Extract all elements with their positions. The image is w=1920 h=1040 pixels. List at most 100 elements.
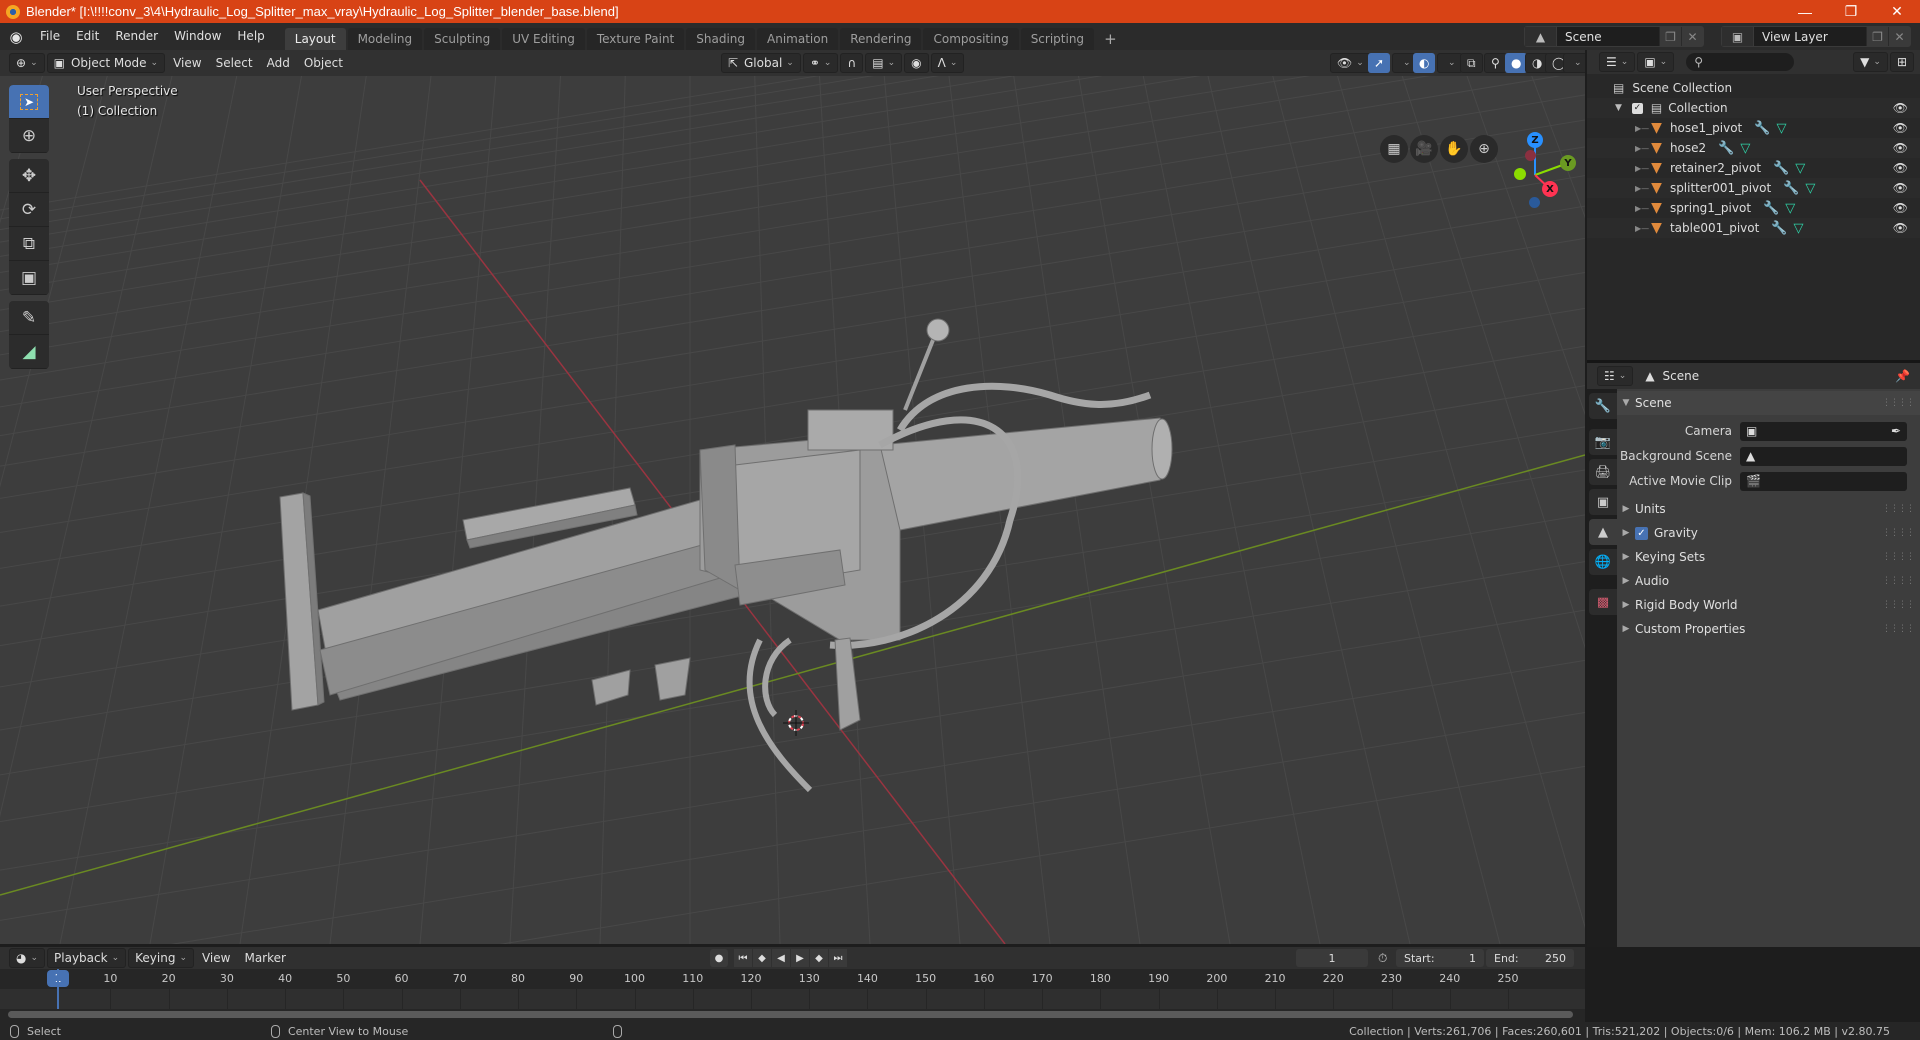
drag-handle-icon[interactable]: ⋮⋮⋮⋮ <box>1882 600 1915 610</box>
gizmo-x-axis[interactable]: X <box>1542 181 1558 197</box>
gizmo-neg-x-axis[interactable] <box>1525 150 1536 161</box>
menu-render[interactable]: Render <box>107 23 166 50</box>
transform-tool[interactable]: ▣ <box>9 261 49 295</box>
eye-icon[interactable]: 👁 <box>1893 221 1908 235</box>
outliner-object-row[interactable]: ▶— ▼ hose2 🔧 ▽ 👁 <box>1587 138 1920 158</box>
play-reverse-button[interactable]: ◀ <box>772 949 790 967</box>
tab-uv-editing[interactable]: UV Editing <box>502 28 585 50</box>
eye-icon[interactable]: 👁 <box>1893 101 1908 115</box>
eyedropper-icon[interactable]: ✒ <box>1891 424 1901 438</box>
playhead[interactable] <box>57 969 59 1009</box>
move-tool[interactable]: ✥ <box>9 159 49 193</box>
menu-help[interactable]: Help <box>229 23 272 50</box>
new-collection-button[interactable]: ⊞ <box>1889 52 1914 72</box>
playback-menu[interactable]: Playback ⌄ <box>47 948 127 968</box>
gizmo-toggle[interactable]: ➚ <box>1368 53 1391 73</box>
modifier-wrench-icon[interactable]: 🔧 <box>1773 161 1789 176</box>
editor-type-button[interactable]: ⊕ ⌄ <box>9 53 45 73</box>
outliner-collection[interactable]: ▼ ✓ ▤ Collection 👁 <box>1587 98 1920 118</box>
scene-selector[interactable]: ▲ Scene ❐ ✕ <box>1524 26 1704 47</box>
panel-gravity-header[interactable]: ▶ ✓ Gravity ⋮⋮⋮⋮ <box>1617 521 1920 545</box>
visibility-dropdown[interactable]: 👁 ⌄ <box>1330 53 1371 73</box>
tab-view-layer[interactable]: ▣ <box>1589 489 1617 515</box>
tab-tool[interactable]: 🔧 <box>1589 393 1617 419</box>
tab-animation[interactable]: Animation <box>757 28 839 50</box>
menu-select[interactable]: Select <box>210 53 259 73</box>
tab-modeling[interactable]: Modeling <box>347 28 423 50</box>
tab-sculpting[interactable]: Sculpting <box>424 28 501 50</box>
pan-view-button[interactable]: ✋ <box>1440 135 1468 163</box>
mesh-data-icon[interactable]: ▽ <box>1805 181 1815 196</box>
mesh-data-icon[interactable]: ▽ <box>1794 221 1804 236</box>
outliner-object-row[interactable]: ▶— ▼ table001_pivot 🔧 ▽ 👁 <box>1587 218 1920 238</box>
drag-handle-icon[interactable]: ⋮⋮⋮⋮ <box>1882 504 1915 514</box>
auto-key-button[interactable]: ● <box>710 949 728 967</box>
menu-edit[interactable]: Edit <box>68 23 107 50</box>
timeline-scrollbar[interactable] <box>8 1011 1573 1018</box>
drag-handle-icon[interactable]: ⋮⋮⋮⋮ <box>1882 576 1915 586</box>
snap-target-dropdown[interactable]: ▤ ⌄ <box>865 53 903 73</box>
tab-shading[interactable]: Shading <box>686 28 755 50</box>
timeline-track[interactable] <box>0 969 1585 1009</box>
play-button[interactable]: ▶ <box>791 949 809 967</box>
mesh-data-icon[interactable]: ▽ <box>1795 161 1805 176</box>
modifier-wrench-icon[interactable]: 🔧 <box>1783 181 1799 196</box>
close-button[interactable]: ✕ <box>1874 0 1920 23</box>
navigation-gizmo[interactable]: Z Y X <box>1490 90 1580 220</box>
next-keyframe-button[interactable]: ◆ <box>810 949 828 967</box>
modifier-wrench-icon[interactable]: 🔧 <box>1754 121 1770 136</box>
viewport-canvas[interactable] <box>0 50 1585 944</box>
measure-tool[interactable]: ◢ <box>9 335 49 369</box>
panel-audio-header[interactable]: ▶ Audio ⋮⋮⋮⋮ <box>1617 569 1920 593</box>
outliner-object-row[interactable]: ▶— ▼ splitter001_pivot 🔧 ▽ 👁 <box>1587 178 1920 198</box>
view-layer-name[interactable]: View Layer <box>1754 30 1866 44</box>
camera-view-button[interactable]: 🎥 <box>1410 135 1438 163</box>
pin-icon[interactable]: 📌 <box>1895 369 1910 383</box>
expand-triangle-icon[interactable]: ▶— <box>1635 184 1649 193</box>
drag-handle-icon[interactable]: ⋮⋮⋮⋮ <box>1882 528 1915 538</box>
cursor-tool[interactable]: ⊕ <box>9 119 49 153</box>
transform-orientation-dropdown[interactable]: ⇱ Global ⌄ <box>720 53 801 73</box>
background-scene-field[interactable]: ▲ <box>1740 446 1907 466</box>
overlays-dropdown[interactable]: ⌄ <box>1437 53 1463 73</box>
expand-triangle-icon[interactable]: ▶— <box>1635 164 1649 173</box>
drag-handle-icon[interactable]: ⋮⋮⋮⋮ <box>1882 624 1915 634</box>
timeline-editor-type[interactable]: ◕ ⌄ <box>9 948 46 968</box>
panel-keying-sets-header[interactable]: ▶ Keying Sets ⋮⋮⋮⋮ <box>1617 545 1920 569</box>
menu-window[interactable]: Window <box>166 23 229 50</box>
marker-menu[interactable]: Marker <box>238 948 291 968</box>
panel-units-header[interactable]: ▶ Units ⋮⋮⋮⋮ <box>1617 497 1920 521</box>
eye-icon[interactable]: 👁 <box>1893 121 1908 135</box>
mode-dropdown[interactable]: ▣ Object Mode ⌄ <box>46 53 166 73</box>
new-view-layer-button[interactable]: ❐ <box>1866 27 1888 46</box>
jump-start-button[interactable]: ⏮ <box>734 949 752 967</box>
expand-triangle-icon[interactable]: ▶— <box>1635 124 1649 133</box>
properties-editor-type[interactable]: ☷ ⌄ <box>1597 366 1634 386</box>
panel-rigid-body-world-header[interactable]: ▶ Rigid Body World ⋮⋮⋮⋮ <box>1617 593 1920 617</box>
display-mode-dropdown[interactable]: ▣ ⌄ <box>1637 52 1675 72</box>
expand-triangle-icon[interactable]: ▶— <box>1635 224 1649 233</box>
timeline-view-menu[interactable]: View <box>196 948 236 968</box>
tab-rendering[interactable]: Rendering <box>840 28 922 50</box>
tab-layout[interactable]: Layout <box>284 28 346 50</box>
gizmo-z-axis[interactable]: Z <box>1527 132 1543 148</box>
3d-cursor[interactable] <box>783 710 809 736</box>
proportional-edit-toggle[interactable]: ◉ <box>904 53 929 73</box>
blender-logo-icon[interactable]: ◉ <box>0 23 32 50</box>
eye-icon[interactable]: 👁 <box>1893 141 1908 155</box>
tab-scripting[interactable]: Scripting <box>1020 28 1095 50</box>
menu-object[interactable]: Object <box>298 53 349 73</box>
falloff-dropdown[interactable]: Λ ⌄ <box>930 53 965 73</box>
timeline-ruler[interactable]: 1 10203040506070809010011012013014015016… <box>0 969 1585 989</box>
expand-triangle-icon[interactable]: ▼ <box>1615 103 1622 113</box>
start-frame-field[interactable]: Start: 1 <box>1396 949 1484 967</box>
tab-texture[interactable]: ▩ <box>1589 589 1617 615</box>
tab-scene[interactable]: ▲ <box>1589 519 1617 545</box>
filter-dropdown[interactable]: ▼ ⌄ <box>1853 52 1888 72</box>
tab-compositing[interactable]: Compositing <box>923 28 1019 50</box>
maximize-button[interactable]: ❐ <box>1828 0 1874 23</box>
eye-icon[interactable]: 👁 <box>1893 181 1908 195</box>
shading-dropdown[interactable]: ⌄ <box>1563 53 1585 73</box>
gizmo-neg-z-axis[interactable] <box>1529 197 1540 208</box>
gizmo-neg-y-axis[interactable] <box>1514 168 1526 180</box>
